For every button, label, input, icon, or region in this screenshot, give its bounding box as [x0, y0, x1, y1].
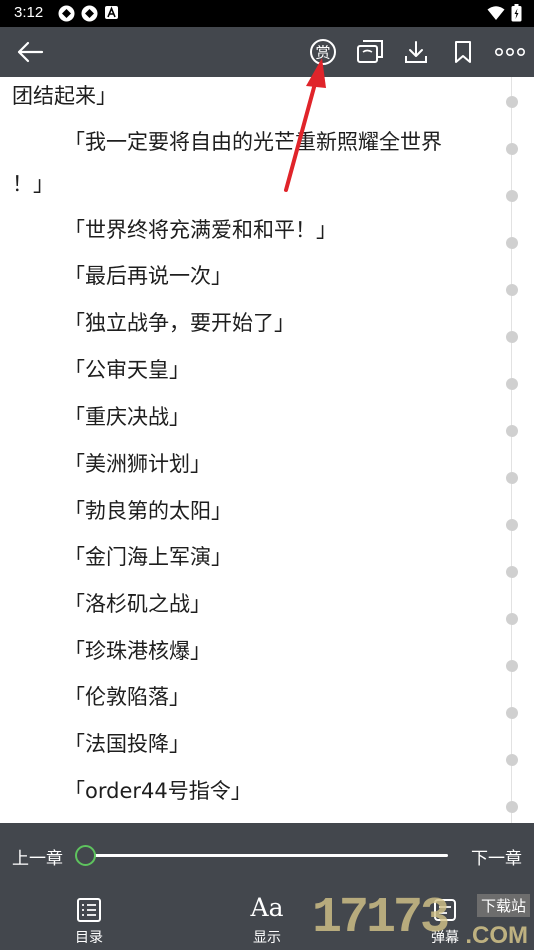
- status-time: 3:12: [14, 4, 44, 21]
- text-line: 「金门海上军演」: [64, 545, 232, 569]
- text-line: 「我一定要将自由的光芒重新照耀全世界: [64, 130, 442, 154]
- text-line: 「最后再说一次」: [64, 264, 232, 288]
- status-notification-icons: [58, 5, 119, 22]
- page-dot: [506, 378, 518, 390]
- text-line: 「珍珠港核爆」: [64, 639, 211, 663]
- page-dot: [506, 707, 518, 719]
- page-dot: [506, 472, 518, 484]
- download-button[interactable]: [396, 27, 436, 77]
- back-button[interactable]: [10, 27, 50, 77]
- watermark-number: 17173: [312, 890, 450, 947]
- text-line: 「法国投降」: [64, 732, 190, 756]
- status-bar: 3:12: [0, 0, 534, 27]
- battery-icon: [511, 4, 522, 22]
- page-dot: [506, 660, 518, 672]
- page-dot: [506, 143, 518, 155]
- text-line: 「世界终将充满爱和和平！」: [64, 218, 337, 242]
- page-dot: [506, 613, 518, 625]
- page-dot: [506, 190, 518, 202]
- nav-item-label: 显示: [253, 930, 281, 946]
- text-line: 「洛杉矶之战」: [64, 592, 211, 616]
- nav-item-display[interactable]: Aa 显示: [227, 887, 307, 950]
- chapter-progress-thumb[interactable]: [75, 845, 96, 866]
- wifi-icon: [487, 6, 505, 20]
- page-dot: [506, 237, 518, 249]
- app-icon: [81, 5, 98, 22]
- chapter-text[interactable]: 团结起来」 「我一定要将自由的光芒重新照耀全世界 ！」 「世界终将充满爱和和平！…: [0, 77, 534, 823]
- page-dot: [506, 425, 518, 437]
- cast-button[interactable]: [350, 27, 390, 77]
- reward-icon: 赏: [310, 39, 336, 65]
- page-dot: [506, 519, 518, 531]
- watermark-tag: 下载站: [476, 894, 530, 917]
- font-size-icon: Aa: [250, 893, 284, 922]
- text-line: 「重庆决战」: [64, 405, 190, 429]
- prev-chapter-button[interactable]: 上一章: [12, 844, 63, 869]
- bookmark-button[interactable]: [443, 27, 483, 77]
- next-chapter-button[interactable]: 下一章: [471, 844, 522, 869]
- back-arrow-icon: [17, 41, 44, 63]
- reader-toolbar: 赏: [0, 27, 534, 77]
- nav-item-toc[interactable]: 目录: [49, 887, 129, 950]
- page-dot: [506, 566, 518, 578]
- site-watermark: 17173 下载站 .COM: [308, 890, 534, 950]
- watermark-domain: .COM: [465, 922, 528, 949]
- more-icon: [494, 47, 525, 57]
- text-line: 「独立战争，要开始了」: [64, 311, 295, 335]
- text-line: 「伦敦陷落」: [64, 685, 190, 709]
- text-line: 「勃良第的太阳」: [64, 499, 232, 523]
- page-dot: [506, 331, 518, 343]
- chapter-progress-slider[interactable]: [86, 854, 448, 857]
- page-dot: [506, 801, 518, 813]
- notification-a-icon: [105, 6, 118, 19]
- text-line: 团结起来」: [12, 84, 117, 108]
- page-dot: [506, 754, 518, 766]
- text-line: ！」: [12, 172, 54, 196]
- reward-button[interactable]: 赏: [303, 27, 343, 77]
- toc-icon: [77, 898, 101, 922]
- bookmark-icon: [455, 41, 471, 63]
- more-button[interactable]: [490, 27, 530, 77]
- cast-icon: [357, 40, 383, 63]
- text-line: 「公审天皇」: [64, 358, 190, 382]
- page-dot: [506, 96, 518, 108]
- reward-glyph: 赏: [315, 44, 330, 62]
- page-dot: [506, 284, 518, 296]
- status-system-icons: [487, 4, 522, 22]
- nav-item-label: 目录: [75, 930, 103, 946]
- app-icon: [58, 5, 75, 22]
- download-icon: [405, 41, 427, 63]
- text-line: 「美洲狮计划」: [64, 452, 211, 476]
- chapter-nav-bar: 上一章 下一章: [0, 823, 534, 887]
- text-line: 「order44号指令」: [64, 779, 252, 803]
